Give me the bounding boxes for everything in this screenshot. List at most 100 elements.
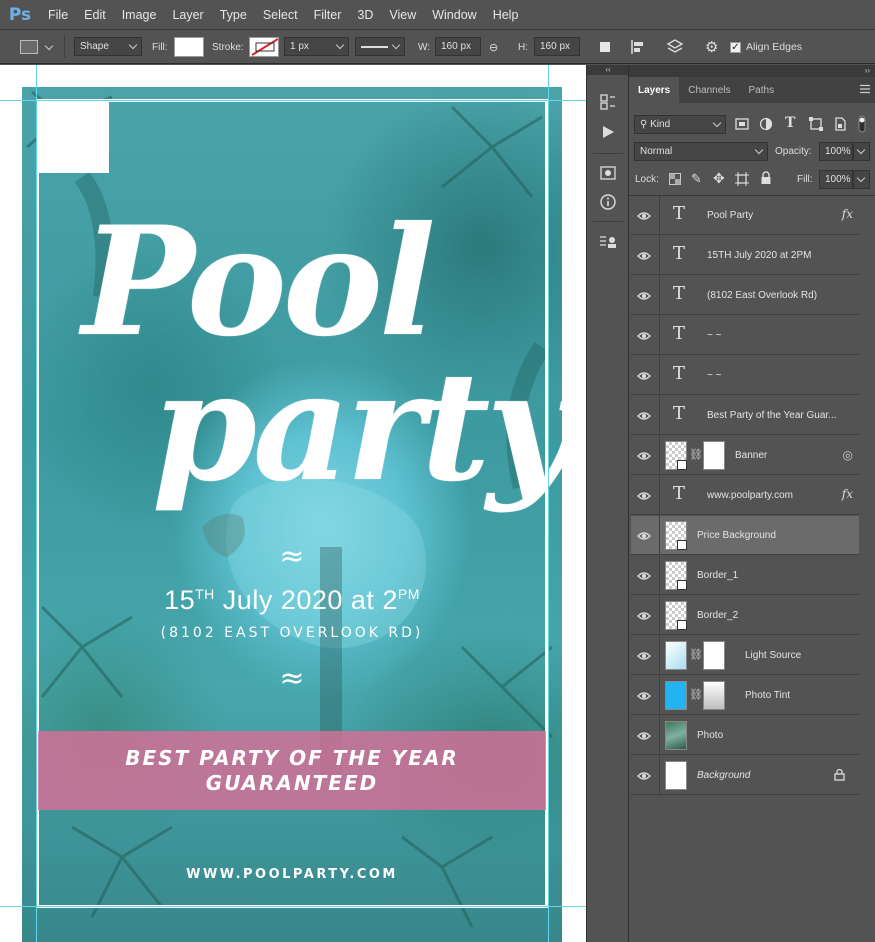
- layer-mask-thumbnail[interactable]: [703, 641, 725, 670]
- filter-image-icon[interactable]: [735, 117, 749, 131]
- guide-horizontal[interactable]: [0, 100, 586, 101]
- filter-toggle-icon[interactable]: [857, 115, 867, 133]
- lock-transparent-pixels-icon[interactable]: [669, 173, 681, 185]
- path-alignment-icon[interactable]: [630, 37, 648, 57]
- opacity-input[interactable]: 100%: [819, 142, 853, 161]
- layer-mask-thumbnail[interactable]: [703, 681, 725, 710]
- filter-type-icon[interactable]: T: [785, 115, 795, 131]
- layer-name[interactable]: Best Party of the Year Guar...: [707, 410, 837, 421]
- tool-preset-picker[interactable]: [20, 37, 54, 57]
- layer-name[interactable]: 15TH July 2020 at 2PM: [707, 250, 812, 261]
- info-icon[interactable]: [596, 191, 620, 213]
- layer-name[interactable]: Light Source: [745, 650, 801, 661]
- layer-row[interactable]: Price Background: [631, 516, 859, 555]
- layer-name[interactable]: Photo Tint: [745, 690, 790, 701]
- menu-type[interactable]: Type: [212, 8, 255, 22]
- stroke-width-select[interactable]: 1 px: [284, 37, 349, 56]
- layer-row[interactable]: Border_2: [631, 596, 859, 635]
- visibility-eye-icon[interactable]: [637, 289, 651, 303]
- visibility-eye-icon[interactable]: [637, 689, 651, 703]
- collapse-arrows-icon[interactable]: ‹‹: [587, 65, 629, 75]
- layer-name[interactable]: ~ ~: [707, 330, 721, 341]
- lock-position-icon[interactable]: ✥: [713, 170, 725, 187]
- fill-swatch[interactable]: [174, 37, 204, 57]
- layer-row[interactable]: Border_1: [631, 556, 859, 595]
- layer-name[interactable]: www.poolparty.com: [707, 490, 793, 501]
- visibility-eye-icon[interactable]: [637, 529, 651, 543]
- menu-filter[interactable]: Filter: [306, 8, 350, 22]
- layer-name[interactable]: Border_1: [697, 570, 738, 581]
- document-canvas[interactable]: Pool party ≈ 15TH July 2020 at 2PM (8102…: [0, 65, 586, 942]
- height-input[interactable]: 160 px: [534, 37, 580, 56]
- menu-3d[interactable]: 3D: [349, 8, 381, 22]
- visibility-eye-icon[interactable]: [637, 649, 651, 663]
- layer-name[interactable]: (8102 East Overlook Rd): [707, 290, 817, 301]
- history-icon[interactable]: [596, 91, 620, 113]
- panel-collapse-icon[interactable]: ››: [629, 65, 875, 77]
- layer-row[interactable]: ⛓ Light Source: [631, 636, 859, 675]
- layer-row[interactable]: T (8102 East Overlook Rd): [631, 276, 859, 315]
- layer-row[interactable]: T ~ ~: [631, 316, 859, 355]
- tool-mode-select[interactable]: Shape: [74, 37, 142, 56]
- layer-row[interactable]: Twww.poolparty.com fx: [631, 476, 859, 515]
- layer-name[interactable]: Pool Party: [707, 210, 753, 221]
- visibility-eye-icon[interactable]: [637, 569, 651, 583]
- layer-name[interactable]: Photo: [697, 730, 723, 741]
- tab-paths[interactable]: Paths: [740, 77, 784, 103]
- filter-smart-object-icon[interactable]: [833, 117, 847, 131]
- stroke-type-select[interactable]: [355, 37, 405, 56]
- layer-name[interactable]: Price Background: [697, 530, 776, 541]
- poster-artboard[interactable]: Pool party ≈ 15TH July 2020 at 2PM (8102…: [22, 87, 562, 942]
- visibility-eye-icon[interactable]: [637, 609, 651, 623]
- lock-all-icon[interactable]: [760, 171, 772, 185]
- properties-icon[interactable]: [596, 162, 620, 184]
- menu-layer[interactable]: Layer: [164, 8, 211, 22]
- panel-menu-icon[interactable]: [860, 84, 870, 94]
- menu-edit[interactable]: Edit: [76, 8, 114, 22]
- layer-effects-fx-icon[interactable]: fx: [842, 487, 853, 501]
- visibility-eye-icon[interactable]: [637, 769, 651, 783]
- layer-name[interactable]: ~ ~: [707, 370, 721, 381]
- layer-effects-fx-icon[interactable]: fx: [842, 207, 853, 221]
- layer-name[interactable]: Border_2: [697, 610, 738, 621]
- layer-row[interactable]: T Best Party of the Year Guar...: [631, 396, 859, 435]
- filter-shape-icon[interactable]: [809, 117, 823, 131]
- layer-row[interactable]: ⛓ Photo Tint: [631, 676, 859, 715]
- fill-input[interactable]: 100%: [819, 170, 853, 189]
- guide-horizontal[interactable]: [0, 906, 586, 907]
- layer-filter-select[interactable]: ⚲ Kind: [634, 115, 726, 134]
- mask-link-icon[interactable]: ⛓: [689, 688, 703, 701]
- menu-select[interactable]: Select: [255, 8, 306, 22]
- menu-window[interactable]: Window: [424, 8, 484, 22]
- menu-image[interactable]: Image: [114, 8, 165, 22]
- visibility-eye-icon[interactable]: [637, 409, 651, 423]
- layer-row[interactable]: T 15TH July 2020 at 2PM: [631, 236, 859, 275]
- layer-row[interactable]: Background: [631, 756, 859, 795]
- tab-layers[interactable]: Layers: [629, 77, 680, 103]
- libraries-icon[interactable]: [596, 231, 620, 253]
- visibility-eye-icon[interactable]: [637, 209, 651, 223]
- gear-icon[interactable]: ⚙: [705, 37, 718, 57]
- visibility-eye-icon[interactable]: [637, 489, 651, 503]
- layer-row[interactable]: T ~ ~: [631, 356, 859, 395]
- layer-name[interactable]: Background: [697, 770, 750, 781]
- visibility-eye-icon[interactable]: [637, 249, 651, 263]
- path-arrangement-icon[interactable]: [665, 37, 685, 57]
- path-operations-icon[interactable]: [600, 37, 610, 57]
- stroke-swatch[interactable]: [249, 37, 279, 57]
- menu-file[interactable]: File: [40, 8, 76, 22]
- layer-row[interactable]: T Pool Party fx: [631, 196, 859, 235]
- layer-mask-thumbnail[interactable]: [703, 441, 725, 470]
- lock-image-pixels-icon[interactable]: ✎: [691, 171, 702, 187]
- guide-vertical[interactable]: [548, 65, 549, 942]
- align-edges-checkbox[interactable]: ✓ Align Edges: [730, 37, 802, 57]
- actions-play-icon[interactable]: [596, 121, 620, 143]
- layer-row[interactable]: ⛓ Banner ◎: [631, 436, 859, 475]
- visibility-eye-icon[interactable]: [637, 329, 651, 343]
- visibility-eye-icon[interactable]: [637, 729, 651, 743]
- fill-slider-toggle[interactable]: [853, 170, 870, 189]
- guide-vertical[interactable]: [36, 65, 37, 942]
- mask-link-icon[interactable]: ⛓: [689, 648, 703, 661]
- link-icon[interactable]: ⊖: [489, 37, 498, 57]
- layer-name[interactable]: Banner: [735, 450, 767, 461]
